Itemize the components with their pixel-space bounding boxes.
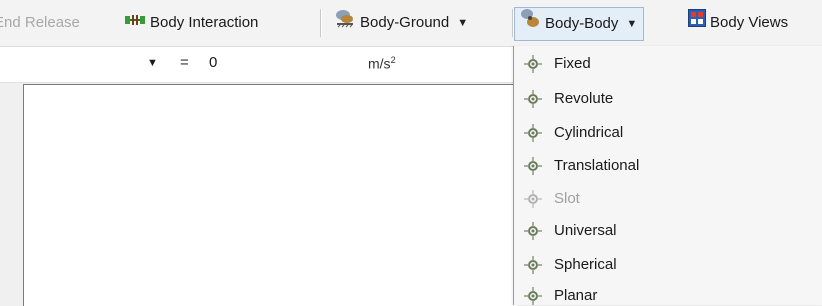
- body-body-label: Body-Body: [545, 15, 619, 32]
- menu-item-label: Cylindrical: [554, 124, 624, 141]
- menu-item-revolute[interactable]: Revolute: [514, 83, 822, 115]
- joint-icon: [523, 54, 543, 74]
- value-field[interactable]: 0: [209, 54, 217, 71]
- body-interaction-button[interactable]: Body Interaction: [124, 8, 258, 38]
- end-release-label: End Release: [0, 14, 80, 31]
- end-release-button[interactable]: End Release: [0, 8, 80, 38]
- joint-icon: [523, 255, 543, 275]
- equals-sign: =: [180, 54, 189, 71]
- body-ground-icon: [334, 8, 356, 39]
- joint-icon: [523, 156, 543, 176]
- body-ground-button[interactable]: Body-Ground ▼: [334, 8, 468, 38]
- chevron-down-icon[interactable]: ▼: [147, 57, 158, 69]
- body-interaction-label: Body Interaction: [150, 14, 259, 31]
- menu-item-translational[interactable]: Translational: [514, 150, 822, 182]
- chevron-down-icon: ▼: [626, 18, 638, 30]
- menu-item-label: Universal: [554, 222, 617, 239]
- menu-item-planar[interactable]: Planar: [514, 280, 822, 305]
- toolbar-separator: [320, 9, 322, 37]
- unit-label: m/s2: [368, 55, 396, 72]
- joint-icon: [523, 189, 543, 209]
- menu-item-cylindrical[interactable]: Cylindrical: [514, 117, 822, 149]
- chevron-down-icon: ▼: [457, 17, 469, 29]
- body-views-button[interactable]: Body Views: [688, 8, 788, 38]
- joint-icon: [523, 286, 543, 305]
- menu-item-label: Translational: [554, 157, 640, 174]
- menu-item-label: Fixed: [554, 55, 591, 72]
- unit-power: 2: [390, 55, 396, 65]
- menu-item-label: Planar: [554, 287, 598, 304]
- blank-panel: [23, 84, 518, 306]
- joint-icon: [523, 221, 543, 241]
- body-interaction-icon: [124, 8, 146, 38]
- toolbar: End Release Body Interaction Body-Ground: [0, 0, 822, 47]
- menu-item-label: Slot: [554, 190, 580, 207]
- menu-item-fixed[interactable]: Fixed: [514, 48, 822, 80]
- body-body-button[interactable]: Body-Body ▼: [514, 7, 645, 41]
- unit-base: m/s: [368, 55, 391, 72]
- menu-item-spherical[interactable]: Spherical: [514, 249, 822, 281]
- joint-icon: [523, 123, 543, 143]
- body-views-icon: [688, 8, 706, 38]
- menu-item-label: Revolute: [554, 90, 614, 107]
- body-body-icon: [519, 7, 541, 41]
- body-body-dropdown-menu: Fixed Revolute Cylindrical Translational…: [513, 46, 822, 305]
- menu-item-slot: Slot: [514, 183, 822, 215]
- menu-item-label: Spherical: [554, 256, 617, 273]
- body-views-label: Body Views: [710, 14, 789, 31]
- body-ground-label: Body-Ground: [360, 14, 450, 31]
- menu-item-universal[interactable]: Universal: [514, 215, 822, 247]
- joint-icon: [523, 89, 543, 109]
